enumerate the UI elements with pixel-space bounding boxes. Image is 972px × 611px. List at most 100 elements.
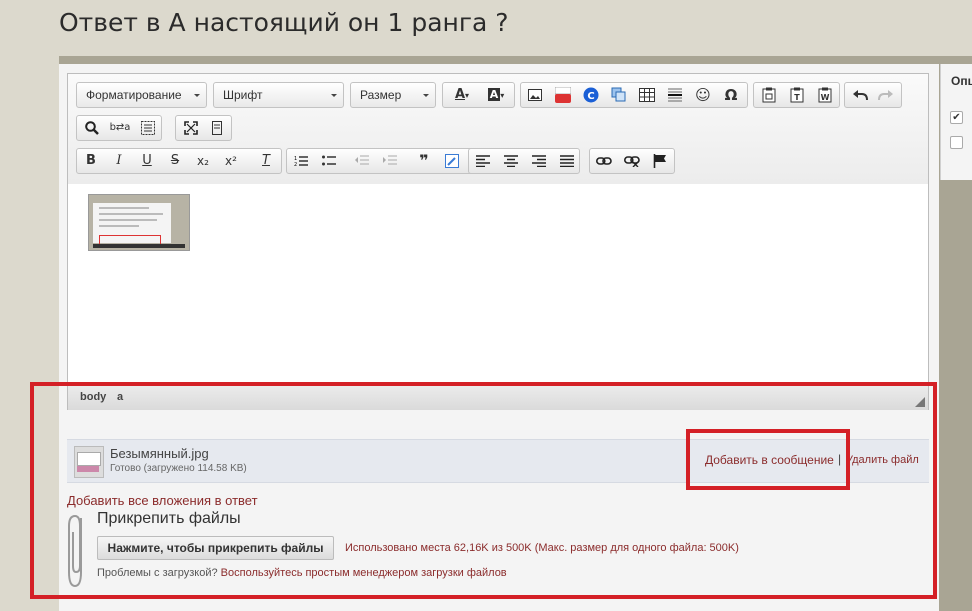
thumbnail-line xyxy=(99,207,149,209)
youtube-icon xyxy=(554,86,572,103)
editor-toolbar: Форматирование Шрифт Размер A▾ A ▾ C ☺ Ω… xyxy=(68,74,928,185)
flag-icon xyxy=(653,154,666,168)
bullet-list-icon xyxy=(322,155,336,166)
chevron-down-icon xyxy=(423,94,429,97)
div-container-button[interactable] xyxy=(441,151,463,171)
paste-text-button[interactable]: T xyxy=(786,85,808,105)
select-all-button[interactable] xyxy=(137,118,159,138)
paste-word-button[interactable]: W xyxy=(814,85,836,105)
numbered-list-icon: 12 xyxy=(294,156,308,168)
option-checkbox-checked[interactable]: ✔ xyxy=(950,111,963,124)
paste-button[interactable] xyxy=(758,85,780,105)
superscript-icon: x² xyxy=(225,154,237,168)
paragraph-group: 12 ❞ xyxy=(286,148,495,174)
chevron-down-icon xyxy=(331,94,337,97)
image-button[interactable] xyxy=(524,85,546,105)
outdent-button[interactable] xyxy=(351,151,373,171)
underline-icon: U xyxy=(142,153,152,168)
redo-icon xyxy=(878,90,893,101)
editor-content[interactable] xyxy=(68,184,928,384)
unlink-icon xyxy=(624,156,640,168)
link-group xyxy=(589,148,675,174)
rich-text-editor: Форматирование Шрифт Размер A▾ A ▾ C ☺ Ω… xyxy=(67,73,929,410)
align-justify-icon xyxy=(560,155,574,168)
bold-button[interactable]: B xyxy=(80,151,102,171)
highlight-box-add-link xyxy=(686,429,850,490)
superscript-button[interactable]: x² xyxy=(220,151,242,171)
replace-icon: b⇄a xyxy=(109,122,131,133)
italic-button[interactable]: I xyxy=(108,151,130,171)
align-justify-button[interactable] xyxy=(556,151,578,171)
insert-group: C ☺ Ω xyxy=(520,82,748,108)
search-icon xyxy=(85,121,99,135)
undo-button[interactable] xyxy=(849,85,871,105)
table-button[interactable] xyxy=(636,85,658,105)
redo-button[interactable] xyxy=(875,85,897,105)
font-select[interactable]: Шрифт xyxy=(213,82,344,108)
youtube-button[interactable] xyxy=(552,85,574,105)
svg-text:T: T xyxy=(794,93,800,102)
horizontal-rule-icon xyxy=(668,88,682,102)
svg-text:2: 2 xyxy=(294,162,297,167)
strike-button[interactable]: S xyxy=(164,151,186,171)
subscript-icon: x₂ xyxy=(197,154,209,168)
indent-icon xyxy=(383,155,397,165)
align-left-button[interactable] xyxy=(472,151,494,171)
basic-style-group: B I U S x₂ x² T xyxy=(76,148,282,174)
align-right-button[interactable] xyxy=(528,151,550,171)
text-color-icon: A xyxy=(454,87,466,102)
bg-color-icon: A xyxy=(487,88,501,101)
thumbnail-bar xyxy=(93,244,185,248)
outdent-icon xyxy=(355,155,369,165)
clipboard-icon xyxy=(762,87,776,103)
option-checkbox-unchecked[interactable] xyxy=(950,136,963,149)
maximize-button[interactable] xyxy=(180,118,202,138)
paste-group: T W xyxy=(753,82,840,108)
anchor-button[interactable] xyxy=(649,151,671,171)
align-left-icon xyxy=(476,155,490,168)
numbered-list-button[interactable]: 12 xyxy=(290,151,312,171)
embedded-image-thumbnail[interactable] xyxy=(88,194,190,251)
show-blocks-button[interactable] xyxy=(206,118,228,138)
svg-text:C: C xyxy=(587,91,594,102)
remove-format-button[interactable]: T xyxy=(255,151,277,171)
find-button[interactable] xyxy=(81,118,103,138)
underline-button[interactable]: U xyxy=(136,151,158,171)
size-select[interactable]: Размер xyxy=(350,82,436,108)
blockquote-button[interactable]: ❞ xyxy=(413,151,435,171)
special-char-button[interactable]: Ω xyxy=(720,85,742,105)
view-group xyxy=(175,115,232,141)
omega-icon: Ω xyxy=(724,86,738,104)
div-container-icon xyxy=(445,154,459,168)
strike-icon: S xyxy=(170,153,180,168)
chevron-down-icon xyxy=(194,94,200,97)
unlink-button[interactable] xyxy=(621,151,643,171)
replace-button[interactable]: b⇄a xyxy=(109,118,131,138)
gallery-button[interactable] xyxy=(608,85,630,105)
thumbnail-line xyxy=(99,225,139,227)
thumbnail-line xyxy=(99,213,163,215)
special-c-button[interactable]: C xyxy=(580,85,602,105)
align-right-icon xyxy=(532,155,546,168)
link-button[interactable] xyxy=(593,151,615,171)
text-color-button[interactable]: A▾ xyxy=(447,85,477,105)
image-icon xyxy=(528,89,542,101)
options-label: Опц xyxy=(951,74,972,88)
bg-color-button[interactable]: A ▾ xyxy=(481,85,511,105)
page-title: Ответ в А настоящий он 1 ранга ? xyxy=(59,8,509,37)
subscript-button[interactable]: x₂ xyxy=(192,151,214,171)
gallery-icon xyxy=(611,87,626,102)
indent-button[interactable] xyxy=(379,151,401,171)
horizontal-rule-button[interactable] xyxy=(664,85,686,105)
thumbnail-page xyxy=(93,203,171,245)
bullet-list-button[interactable] xyxy=(318,151,340,171)
history-group xyxy=(844,82,902,108)
smiley-button[interactable]: ☺ xyxy=(692,85,714,105)
format-select-label: Форматирование xyxy=(86,88,182,102)
align-center-button[interactable] xyxy=(500,151,522,171)
link-icon xyxy=(596,157,612,165)
font-select-label: Шрифт xyxy=(223,88,263,102)
options-panel: Опц ✔ xyxy=(940,64,972,180)
format-select[interactable]: Форматирование xyxy=(76,82,207,108)
c-circle-icon: C xyxy=(583,87,599,103)
